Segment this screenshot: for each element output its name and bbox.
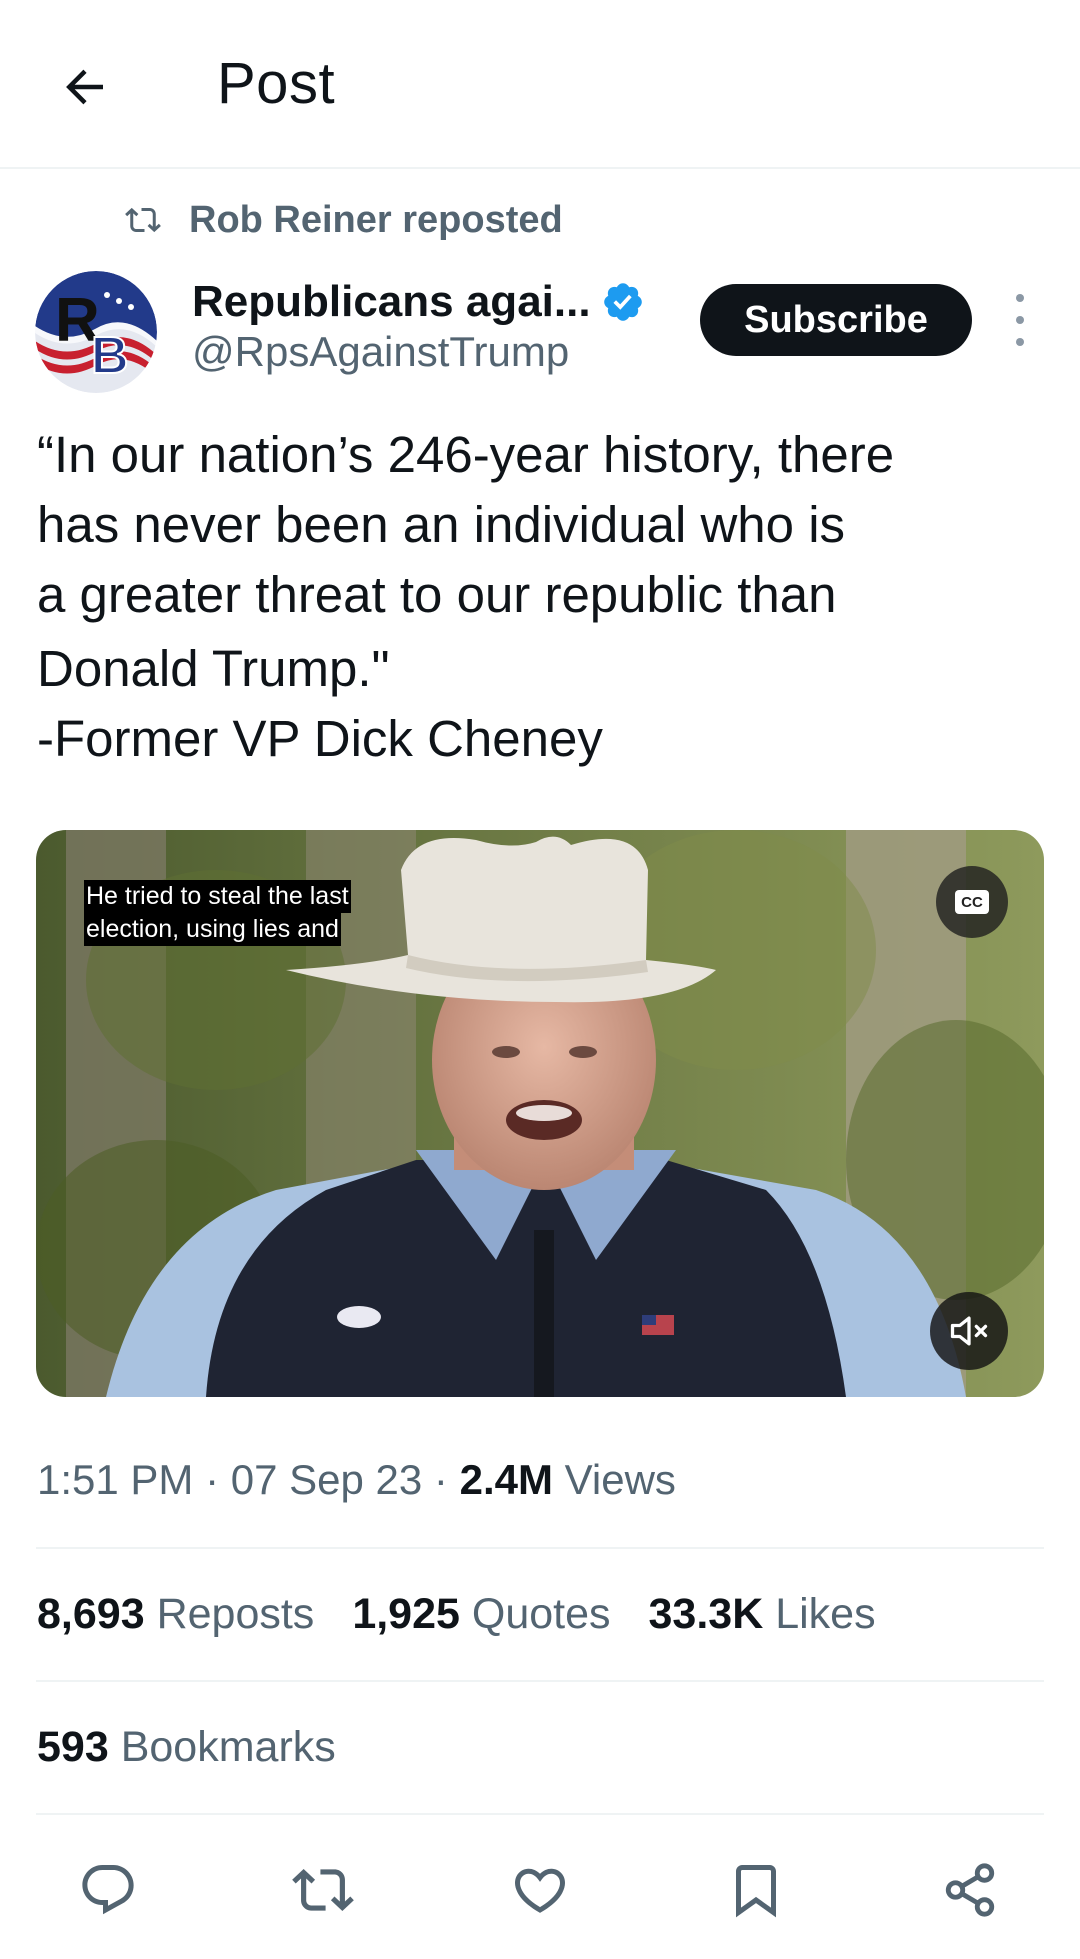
share-button[interactable] — [930, 1850, 1010, 1930]
likes-stat[interactable]: 33.3K Likes — [649, 1590, 876, 1639]
cc-icon: CC — [955, 890, 989, 914]
bookmarks-label: Bookmarks — [120, 1723, 336, 1771]
post-date[interactable]: 07 Sep 23 — [231, 1456, 423, 1503]
reposts-stat[interactable]: 8,693 Reposts — [37, 1590, 314, 1639]
divider — [36, 1680, 1044, 1682]
avatar[interactable]: R B — [35, 271, 157, 393]
avatar-logo: R B — [35, 271, 157, 393]
more-dot — [1016, 316, 1024, 324]
reply-button[interactable] — [68, 1850, 148, 1930]
repost-small-icon — [125, 207, 161, 233]
more-dot — [1016, 294, 1024, 302]
post-time[interactable]: 1:51 PM — [37, 1456, 193, 1503]
caption-line: election, using lies and — [84, 913, 341, 946]
action-bar — [0, 1850, 1080, 1930]
divider — [36, 1813, 1044, 1815]
bookmarks-stat[interactable]: 593 Bookmarks — [37, 1723, 336, 1772]
page-title: Post — [217, 51, 336, 116]
author-name-row[interactable]: Republicans agai... — [192, 272, 645, 332]
more-options-button[interactable] — [1000, 294, 1040, 346]
author-handle[interactable]: @RpsAgainstTrump — [192, 328, 569, 376]
mute-toggle-button[interactable] — [930, 1292, 1008, 1370]
bookmarks-count: 593 — [37, 1723, 109, 1771]
video-caption: He tried to steal the last election, usi… — [84, 880, 351, 946]
divider — [36, 1547, 1044, 1549]
author-display-name: Republicans agai... — [192, 277, 591, 326]
subscribe-button[interactable]: Subscribe — [700, 284, 972, 356]
caption-line: He tried to steal the last — [84, 880, 351, 913]
top-bar: Post — [0, 0, 1080, 169]
post-line: a greater threat to our republic than — [37, 566, 837, 623]
post-line: -Former VP Dick Cheney — [37, 710, 603, 767]
more-dot — [1016, 338, 1024, 346]
video-player[interactable]: He tried to steal the last election, usi… — [36, 830, 1044, 1397]
bookmark-button[interactable] — [716, 1850, 796, 1930]
like-icon — [514, 1868, 566, 1913]
post-line: has never been an individual who is — [37, 496, 846, 553]
quotes-stat[interactable]: 1,925 Quotes — [352, 1590, 610, 1639]
bookmark-icon — [736, 1865, 776, 1918]
repost-button[interactable] — [283, 1850, 363, 1930]
like-button[interactable] — [500, 1850, 580, 1930]
post-line: “In our nation’s 246-year history, there — [37, 426, 895, 483]
back-button[interactable] — [50, 52, 120, 122]
repost-indicator[interactable]: Rob Reiner reposted — [125, 196, 563, 244]
share-icon — [945, 1863, 995, 1917]
engagement-stats: 8,693 Reposts 1,925 Quotes 33.3K Likes — [37, 1590, 914, 1639]
post-timestamp-row: 1:51 PM · 07 Sep 23 · 2.4M Views — [37, 1456, 676, 1503]
verified-badge-icon — [603, 283, 642, 321]
views-count: 2.4M — [459, 1456, 553, 1503]
post-line: Donald Trump." — [37, 640, 390, 697]
closed-captions-button[interactable]: CC — [936, 866, 1008, 938]
arrow-left-icon — [66, 69, 103, 105]
repost-icon — [292, 1869, 354, 1911]
post-text: “In our nation’s 246-year history, there… — [37, 420, 1047, 774]
views-label: Views — [564, 1456, 676, 1503]
repost-label: Rob Reiner reposted — [189, 198, 563, 241]
speaker-muted-icon — [950, 1316, 988, 1346]
reply-icon — [82, 1865, 134, 1915]
svg-text:B: B — [91, 327, 129, 385]
